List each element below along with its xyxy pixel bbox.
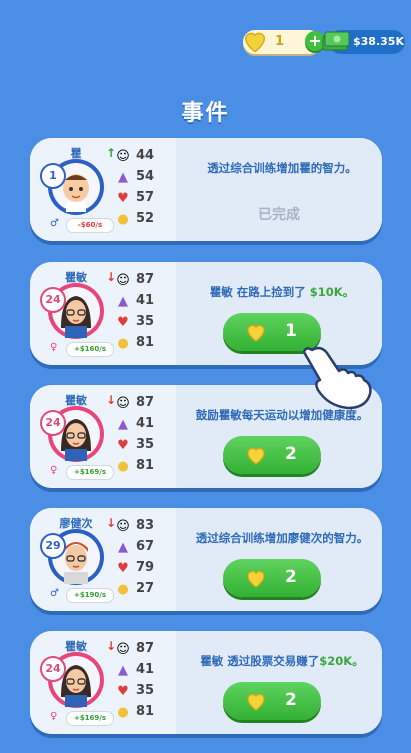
happiness-value: 87 [136,395,155,410]
income-badge: -$60/s [66,218,114,233]
happiness-value: 87 [136,272,155,287]
heart-icon: ♥ [117,315,129,330]
event-message: 瞿敏 透过股票交易赚了$20K。 [200,654,364,668]
smarts-value: 27 [136,581,155,596]
heart-icon: ♥ [117,561,129,576]
happiness-value: 83 [136,518,155,533]
heart-count: 1 [275,34,285,49]
health-value: 41 [136,293,155,308]
age-badge: 1 [40,163,66,189]
stats-list: ↓ ☺ 87 ▲ 41 ♥ 35 ● 81 [106,639,174,723]
gold-heart-icon [247,324,265,342]
spend-heart-button[interactable]: 2 [223,682,321,720]
health-value: 41 [136,662,155,677]
spend-heart-button[interactable]: 2 [223,559,321,597]
stats-list: ↓ ☺ 87 ▲ 41 ♥ 35 ● 81 [106,270,174,354]
money-pill: $38.35K [322,30,405,54]
stats-list: ↑ ☺ 44 ▲ 54 ♥ 57 ● 52 [106,146,174,230]
female-icon: ♀ [50,465,58,476]
age-badge: 24 [40,410,66,436]
event-message: 瞿敏 在路上捡到了 $10K。 [209,285,355,299]
face-icon: ☺ [116,396,130,411]
currency-bar: 1 + $38.35K [243,28,405,56]
event-card: 廖健次 29 ♂ +$190/s ↓ ☺ 83 ▲ 67 ♥ 79 ● 27 透过综合训练… [30,508,382,611]
cash-stack-icon [322,31,350,51]
income-badge: +$190/s [66,588,114,603]
health-icon: ▲ [118,170,128,185]
heart-cost: 2 [285,690,297,710]
stats-list: ↓ ☺ 87 ▲ 41 ♥ 35 ● 81 [106,393,174,477]
health-value: 67 [136,539,155,554]
gold-heart-icon [247,693,265,711]
health-value: 54 [136,169,155,184]
character-panel: 廖健次 29 ♂ +$190/s ↓ ☺ 83 ▲ 67 ♥ 79 ● 27 [30,508,176,611]
happiness-value: 87 [136,641,155,656]
lightbulb-icon: ● [117,212,129,227]
age-badge: 24 [40,287,66,313]
male-icon: ♂ [50,218,59,229]
lightbulb-icon: ● [117,459,129,474]
face-icon: ☺ [116,149,130,164]
age-badge: 29 [40,533,66,559]
smarts-value: 81 [136,335,155,350]
heart-icon: ♥ [117,438,129,453]
face-icon: ☺ [116,519,130,534]
page-title: 事件 [181,101,230,126]
event-panel: 瞿敏 透过股票交易赚了$20K。 2 [176,631,382,734]
income-badge: +$169/s [66,711,114,726]
stats-list: ↓ ☺ 83 ▲ 67 ♥ 79 ● 27 [106,516,174,600]
money-amount: $38.35K [353,35,404,48]
face-icon: ☺ [116,273,130,288]
character-panel: 瞿 1 ♂ -$60/s ↑ ☺ 44 ▲ 54 ♥ 57 ● 52 [30,138,176,241]
heart-icon: ♥ [117,684,129,699]
heart-currency-pill: 1 + [243,30,325,54]
event-panel: 透过综合训练增加瞿的智力。 已完成 [176,138,382,241]
character-panel: 瞿敏 24 ♀ +$169/s ↓ ☺ 87 ▲ 41 ♥ 35 ● 81 [30,385,176,488]
smarts-value: 52 [136,211,155,226]
happiness-value: 44 [136,148,155,163]
income-badge: +$160/s [66,342,114,357]
event-panel: 透过综合训练增加廖健次的智力。 2 [176,508,382,611]
gold-heart-icon [247,447,265,465]
lightbulb-icon: ● [117,705,129,720]
health-icon: ▲ [118,294,128,309]
lightbulb-icon: ● [117,336,129,351]
love-value: 57 [136,190,155,205]
age-badge: 24 [40,656,66,682]
health-value: 41 [136,416,155,431]
face-icon: ☺ [116,642,130,657]
smarts-value: 81 [136,458,155,473]
event-card: 瞿敏 24 ♀ +$169/s ↓ ☺ 87 ▲ 41 ♥ 35 ● 81 瞿敏 透过股票… [30,631,382,734]
income-badge: +$169/s [66,465,114,480]
event-message: 透过综合训练增加廖健次的智力。 [195,531,369,545]
female-icon: ♀ [50,342,58,353]
heart-cost: 2 [285,567,297,587]
gold-heart-icon [247,570,265,588]
smarts-value: 81 [136,704,155,719]
heart-cost: 1 [285,321,297,341]
heart-cost: 2 [285,444,297,464]
health-icon: ▲ [118,540,128,555]
character-panel: 瞿敏 24 ♀ +$160/s ↓ ☺ 87 ▲ 41 ♥ 35 ● 81 [30,262,176,365]
heart-icon: ♥ [117,191,129,206]
love-value: 35 [136,314,155,329]
gold-heart-icon [244,32,266,53]
event-card: 瞿 1 ♂ -$60/s ↑ ☺ 44 ▲ 54 ♥ 57 ● 52 透过综合训练增加瞿的… [30,138,382,241]
lightbulb-icon: ● [117,582,129,597]
completed-label: 已完成 [258,207,300,223]
love-value: 35 [136,683,155,698]
health-icon: ▲ [118,417,128,432]
female-icon: ♀ [50,711,58,722]
character-panel: 瞿敏 24 ♀ +$169/s ↓ ☺ 87 ▲ 41 ♥ 35 ● 81 [30,631,176,734]
love-value: 79 [136,560,155,575]
male-icon: ♂ [50,588,59,599]
event-message: 透过综合训练增加瞿的智力。 [207,161,357,175]
health-icon: ▲ [118,663,128,678]
love-value: 35 [136,437,155,452]
tutorial-hand-icon [302,346,372,410]
spend-heart-button[interactable]: 2 [223,436,321,474]
